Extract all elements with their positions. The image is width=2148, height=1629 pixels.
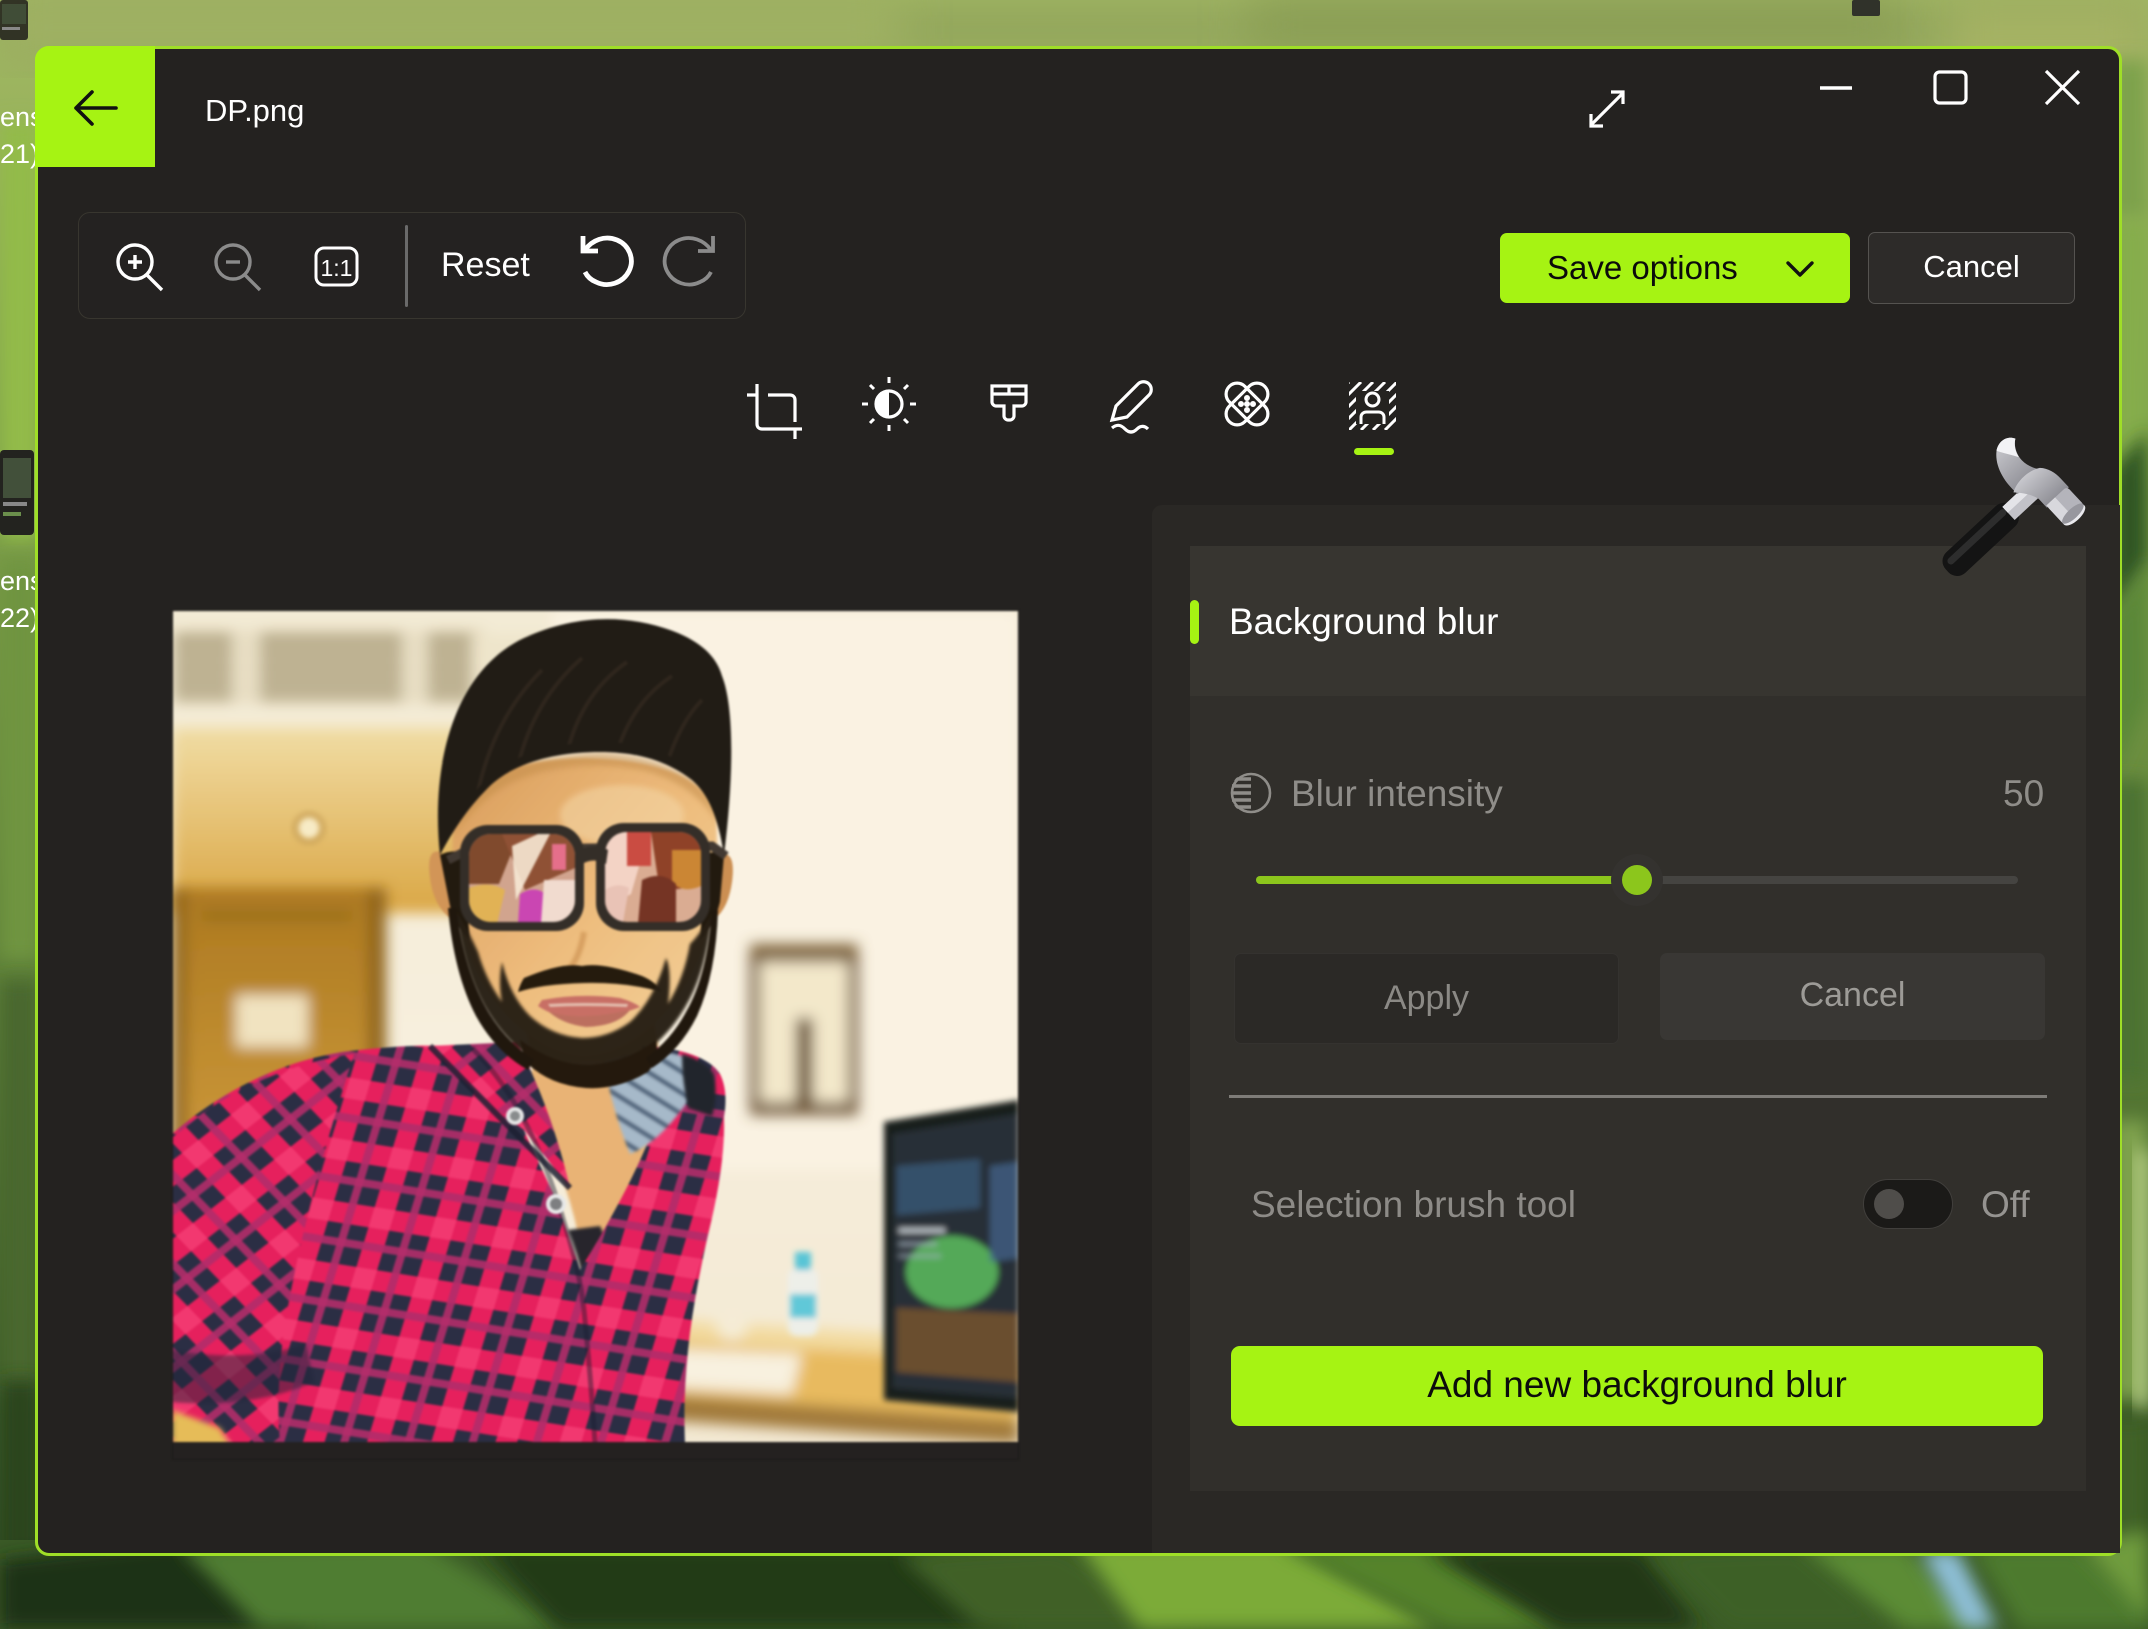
svg-text:1:1: 1:1 (321, 255, 353, 281)
